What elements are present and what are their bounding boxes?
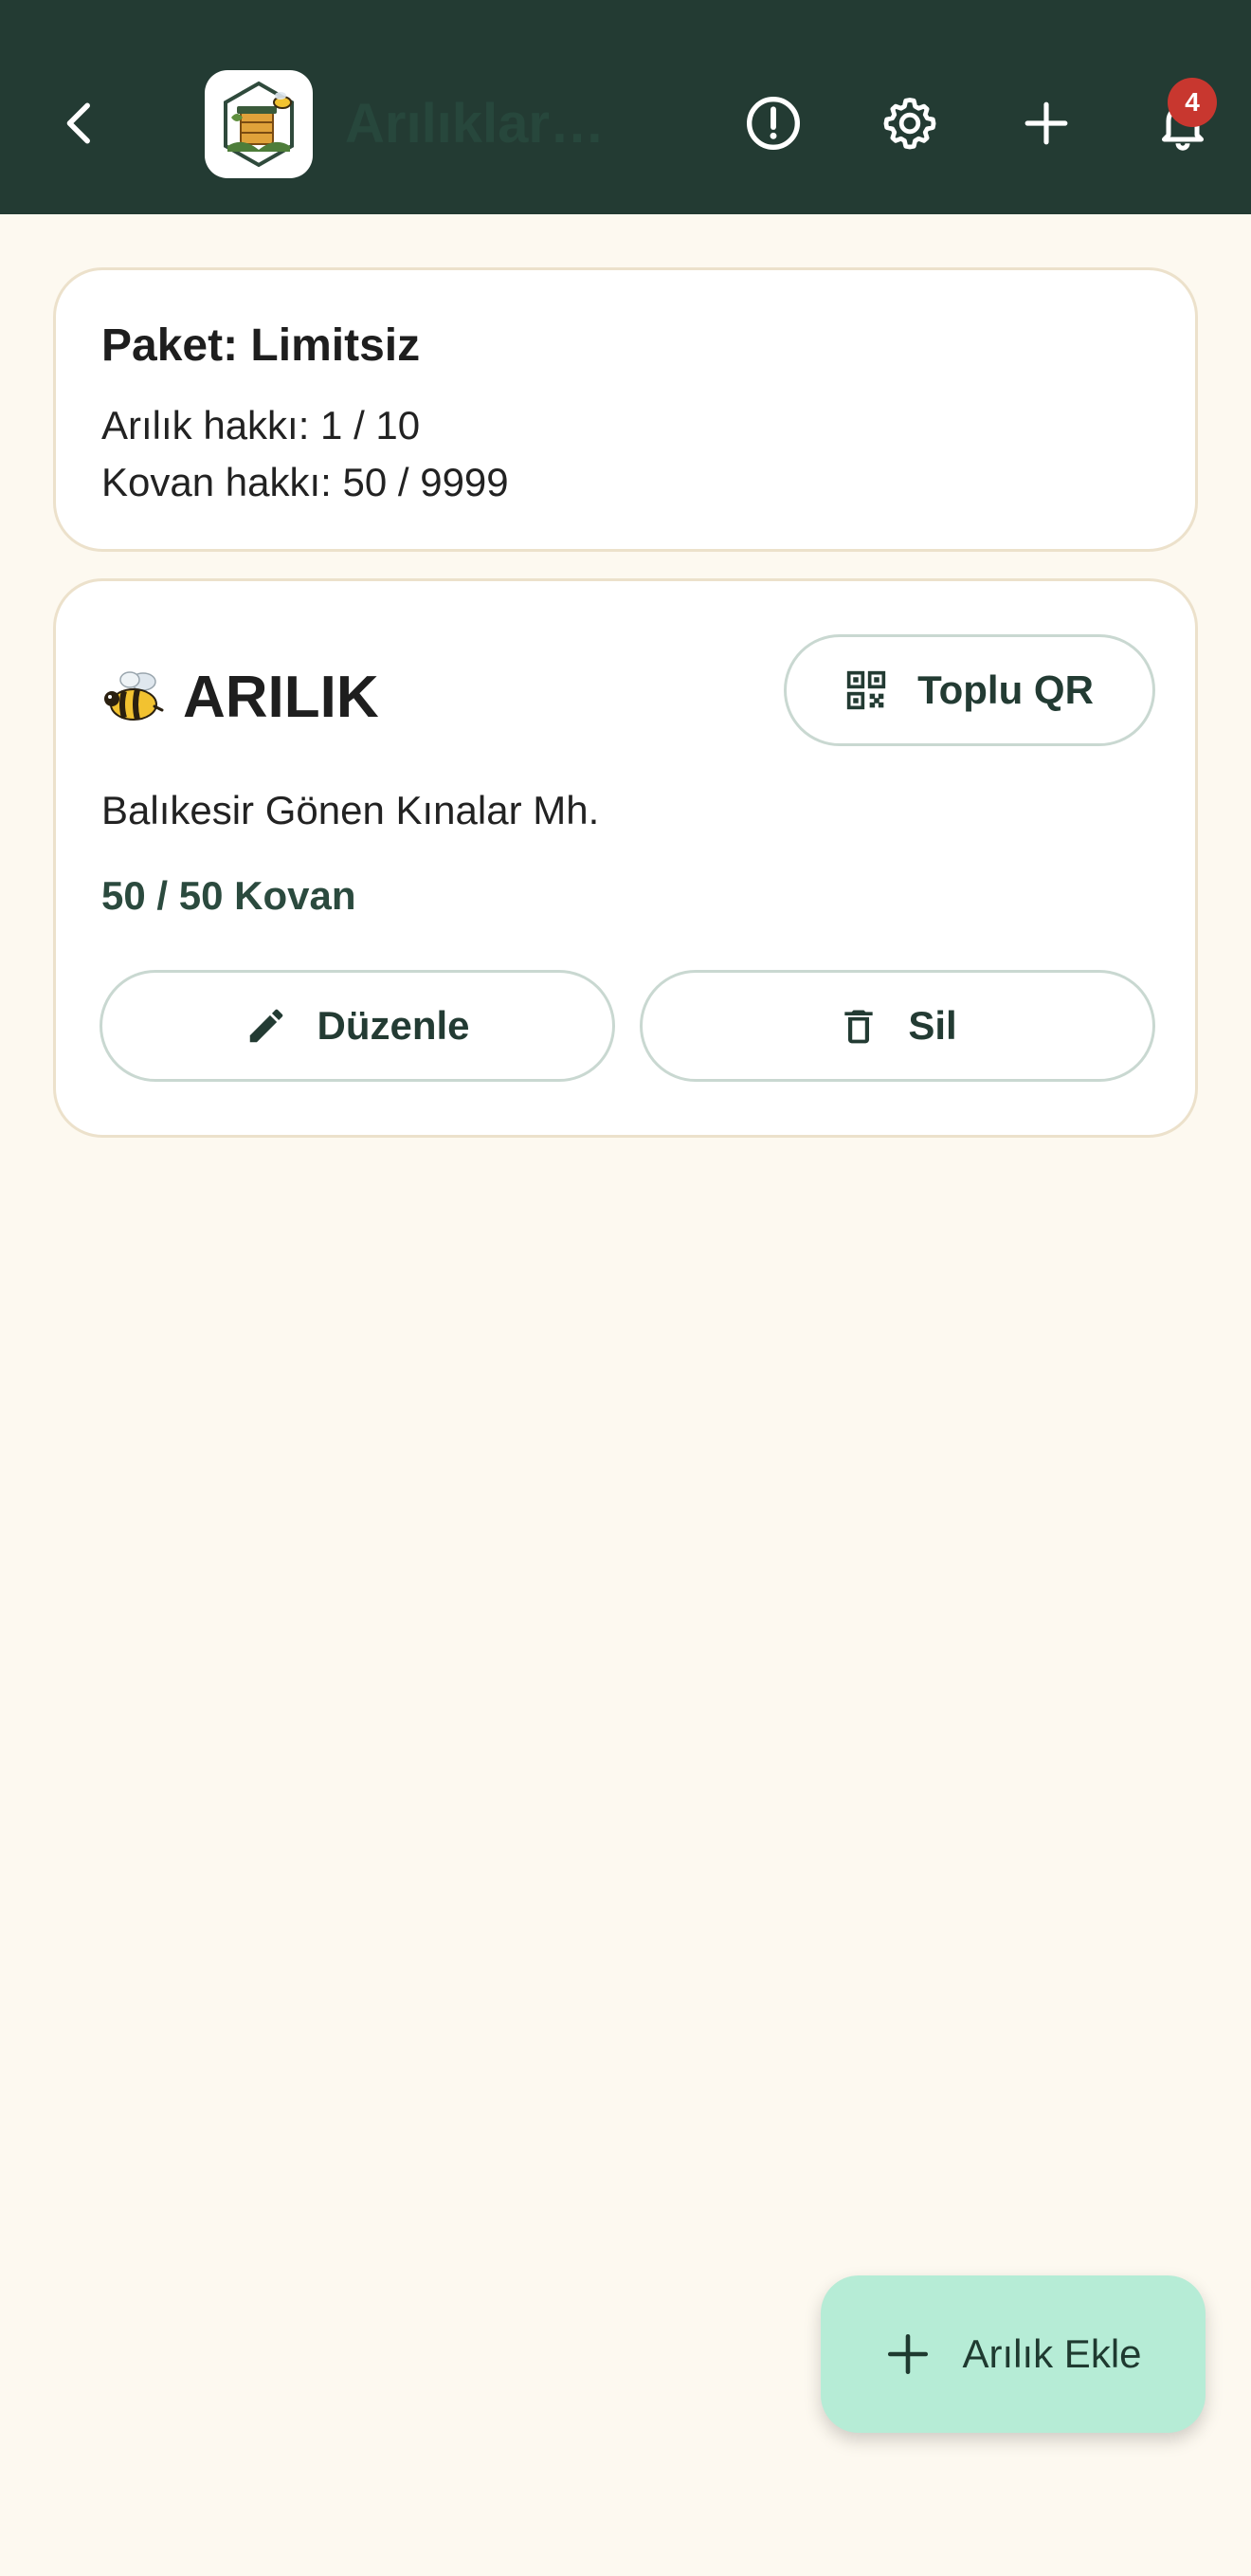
plus-icon xyxy=(888,2333,929,2375)
apiary-heading: ARILIK xyxy=(100,659,379,735)
hive-quota: Kovan hakkı: 50 / 9999 xyxy=(101,460,509,504)
info-button[interactable] xyxy=(726,76,821,171)
add-apiary-fab[interactable]: Arılık Ekle xyxy=(821,2275,1206,2433)
apiary-card[interactable]: ARILIK Toplu QR Balıkesir Gönen Kınalar … xyxy=(53,578,1198,1138)
edit-label: Düzenle xyxy=(317,1003,470,1048)
apiary-quota: Arılık hakkı: 1 / 10 xyxy=(101,403,421,448)
apiary-name: ARILIK xyxy=(183,664,379,730)
notifications-button[interactable]: 4 xyxy=(1135,76,1230,171)
package-title: Paket: Limitsiz xyxy=(101,320,421,371)
notification-badge: 4 xyxy=(1168,78,1217,127)
app-logo xyxy=(205,70,313,178)
gear-icon xyxy=(883,98,936,150)
add-button[interactable] xyxy=(999,76,1094,171)
add-apiary-label: Arılık Ekle xyxy=(962,2331,1142,2376)
plus-icon xyxy=(1024,101,1068,145)
app-title: Arılıklar… xyxy=(345,93,605,155)
package-card: Paket: Limitsiz Arılık hakkı: 1 / 10 Kov… xyxy=(53,267,1198,552)
delete-label: Sil xyxy=(908,1003,957,1048)
info-icon xyxy=(747,97,800,150)
app-bar: Arılıklar… 4 xyxy=(0,0,1251,214)
edit-button[interactable]: Düzenle xyxy=(100,970,615,1082)
hive-count: 50 / 50 Kovan xyxy=(101,873,356,918)
qr-code-icon xyxy=(846,670,886,710)
delete-button[interactable]: Sil xyxy=(640,970,1155,1082)
pencil-icon xyxy=(250,1009,283,1043)
trash-icon xyxy=(844,1010,873,1044)
apiary-location: Balıkesir Gönen Kınalar Mh. xyxy=(101,788,600,832)
bulk-qr-label: Toplu QR xyxy=(917,667,1094,712)
back-button[interactable] xyxy=(32,76,127,171)
back-arrow-icon xyxy=(66,102,90,144)
settings-button[interactable] xyxy=(862,76,957,171)
bulk-qr-button[interactable]: Toplu QR xyxy=(784,634,1155,746)
bee-icon xyxy=(104,671,164,721)
